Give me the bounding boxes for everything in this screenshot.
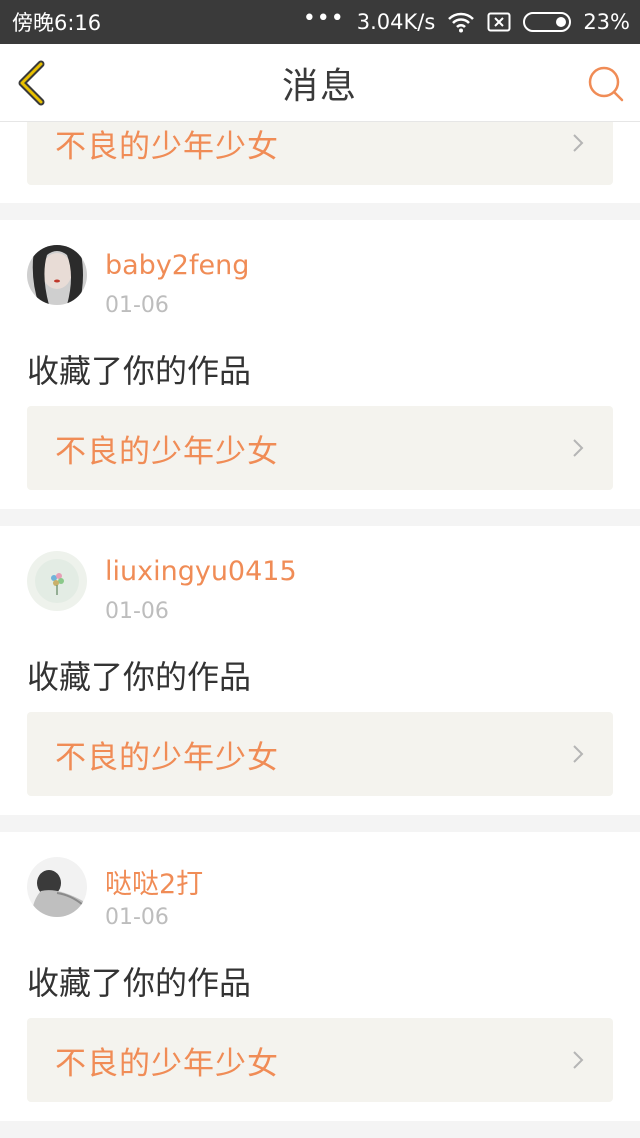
battery-icon — [523, 12, 572, 32]
username-link[interactable]: 哒哒2打 — [105, 862, 203, 901]
chevron-right-icon — [573, 1051, 584, 1069]
message-date: 01-06 — [105, 293, 169, 318]
avatar[interactable] — [27, 551, 87, 611]
message-date: 01-06 — [105, 599, 169, 624]
avatar[interactable] — [27, 857, 87, 917]
work-title: 不良的少年少女 — [55, 128, 279, 165]
work-link[interactable]: 不良的少年少女 — [27, 712, 613, 796]
avatar[interactable] — [27, 245, 87, 305]
message-card: liuxingyu0415 01-06 收藏了你的作品 不良的少年少女 — [0, 526, 640, 815]
wifi-icon — [448, 12, 475, 33]
message-card: baby2feng 01-06 收藏了你的作品 不良的少年少女 — [0, 220, 640, 509]
message-text: 收藏了你的作品 — [27, 352, 252, 390]
page-title: 消息 — [281, 65, 358, 107]
signal-dots-icon: ••• — [302, 5, 345, 31]
battery-level: 23% — [583, 10, 630, 34]
search-icon[interactable] — [586, 64, 626, 104]
status-bar: 傍晚6:16 ••• 3.04K/s 23% — [0, 0, 640, 44]
work-title: 不良的少年少女 — [55, 739, 279, 776]
chevron-right-icon — [573, 134, 584, 152]
username-link[interactable]: liuxingyu0415 — [105, 556, 297, 587]
no-sim-icon — [487, 12, 511, 32]
message-card: 哒哒2打 01-06 收藏了你的作品 不良的少年少女 — [0, 832, 640, 1121]
message-date: 01-06 — [105, 905, 169, 930]
message-text: 收藏了你的作品 — [27, 658, 252, 696]
work-link[interactable]: 不良的少年少女 — [27, 122, 613, 185]
message-text: 收藏了你的作品 — [27, 964, 252, 1002]
work-title: 不良的少年少女 — [55, 1045, 279, 1082]
message-list[interactable]: 不良的少年少女 baby2feng 01-06 收藏了你的作品 不良的少年少女 — [0, 122, 640, 1138]
username-link[interactable]: baby2feng — [105, 250, 249, 281]
work-title: 不良的少年少女 — [55, 433, 279, 470]
chevron-right-icon — [573, 745, 584, 763]
network-speed: 3.04K/s — [356, 10, 436, 34]
chevron-left-icon[interactable] — [14, 60, 54, 106]
chevron-right-icon — [573, 439, 584, 457]
work-link[interactable]: 不良的少年少女 — [27, 406, 613, 490]
app-header: 消息 — [0, 44, 640, 122]
message-card-partial: 不良的少年少女 — [0, 122, 640, 203]
work-link[interactable]: 不良的少年少女 — [27, 1018, 613, 1102]
status-time: 傍晚6:16 — [12, 11, 102, 35]
